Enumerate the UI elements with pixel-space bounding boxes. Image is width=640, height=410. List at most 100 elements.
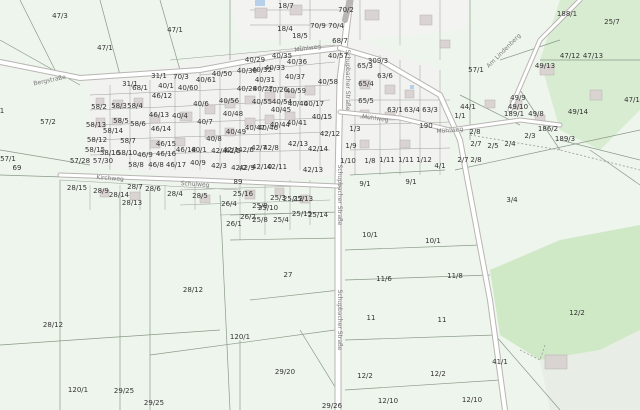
- parcel-label[interactable]: 10/1: [425, 237, 441, 245]
- parcel-label[interactable]: 47/12: [560, 52, 580, 60]
- parcel-label[interactable]: 186/2: [538, 125, 558, 133]
- parcel-label[interactable]: 44/1: [460, 103, 476, 111]
- parcel-label[interactable]: 65/5: [358, 97, 374, 105]
- parcel-label[interactable]: 57/2: [40, 118, 56, 126]
- parcel-label[interactable]: 1/11: [379, 156, 395, 164]
- parcel-label[interactable]: 10/1: [362, 231, 378, 239]
- parcel-label[interactable]: 40/46: [258, 124, 279, 132]
- parcel-label[interactable]: 25/10: [258, 204, 278, 212]
- parcel-label[interactable]: 57/30: [93, 157, 113, 165]
- parcel-label[interactable]: 40/58: [318, 78, 338, 86]
- parcel-label[interactable]: 1/12: [416, 156, 432, 164]
- parcel-label[interactable]: 46/14: [151, 125, 172, 133]
- parcel-label[interactable]: 27: [284, 271, 293, 279]
- parcel-label[interactable]: 40/45: [271, 106, 291, 114]
- parcel-label[interactable]: 46/12: [152, 92, 172, 100]
- parcel-label[interactable]: 47/3: [52, 12, 68, 20]
- parcel-label[interactable]: 2/8: [469, 128, 480, 136]
- parcel-label[interactable]: 40/56: [219, 97, 240, 105]
- parcel-label[interactable]: 25/14: [308, 211, 329, 219]
- parcel-label[interactable]: 58/5: [113, 117, 129, 125]
- parcel-label[interactable]: 63/1: [387, 106, 403, 114]
- parcel-label[interactable]: 63/4: [404, 106, 420, 114]
- parcel-label[interactable]: 40/48: [223, 110, 243, 118]
- parcel-label[interactable]: 42/11: [267, 163, 287, 171]
- parcel-label[interactable]: 40/9: [190, 159, 206, 167]
- parcel-label[interactable]: 47/1: [167, 26, 183, 34]
- parcel-label[interactable]: 28/6: [145, 185, 161, 193]
- parcel-label[interactable]: 189/3: [555, 135, 575, 143]
- parcel-label[interactable]: 49/9: [510, 94, 526, 102]
- parcel-label[interactable]: 120/1: [68, 386, 88, 394]
- parcel-label[interactable]: 40/7: [197, 118, 213, 126]
- parcel-label[interactable]: 42/3: [211, 162, 227, 170]
- parcel-label[interactable]: 46/16: [156, 150, 177, 158]
- parcel-label[interactable]: 42/14: [308, 145, 329, 153]
- parcel-label[interactable]: 9/1: [359, 180, 370, 188]
- parcel-label[interactable]: 70/9: [310, 22, 326, 30]
- parcel-label[interactable]: 18/5: [292, 32, 308, 40]
- parcel-label[interactable]: 40/4: [172, 112, 188, 120]
- parcel-label[interactable]: 49/14: [568, 108, 589, 116]
- parcel-label[interactable]: 28/9: [93, 187, 109, 195]
- parcel-label[interactable]: 58/7: [120, 137, 136, 145]
- parcel-label[interactable]: 68/1: [132, 84, 148, 92]
- parcel-label[interactable]: 2/7: [457, 156, 468, 164]
- parcel-label[interactable]: 58/6: [130, 120, 146, 128]
- parcel-label[interactable]: 46/9: [137, 151, 153, 159]
- parcel-label[interactable]: 12/2: [430, 370, 446, 378]
- parcel-label[interactable]: 28/15: [67, 184, 87, 192]
- parcel-label[interactable]: 28/7: [127, 183, 143, 191]
- parcel-label[interactable]: 25/4: [273, 216, 289, 224]
- parcel-label[interactable]: 1/8: [364, 157, 375, 165]
- parcel-label[interactable]: 12/2: [569, 309, 585, 317]
- parcel-label[interactable]: 18/7: [278, 2, 294, 10]
- parcel-label[interactable]: 2/3: [524, 132, 535, 140]
- parcel-label[interactable]: 40/29: [245, 56, 265, 64]
- parcel-label[interactable]: 40/59: [286, 87, 306, 95]
- parcel-label[interactable]: 63/6: [377, 72, 393, 80]
- parcel-label[interactable]: 47/13: [583, 52, 603, 60]
- parcel-label[interactable]: 25/13: [293, 195, 313, 203]
- cadastral-map[interactable]: Bergstraße Mühlweg Mühlweg Mühlweg Schulweg S…: [0, 0, 640, 410]
- parcel-label[interactable]: 12/10: [378, 397, 398, 405]
- parcel-label[interactable]: 46/18: [176, 146, 196, 154]
- parcel-label[interactable]: 65/3: [357, 62, 373, 70]
- parcel-label[interactable]: 58/3: [111, 102, 127, 110]
- parcel-label[interactable]: 29/25: [144, 399, 164, 407]
- parcel-label[interactable]: 9/1: [405, 178, 416, 186]
- parcel-label[interactable]: 28/13: [122, 199, 142, 207]
- parcel-label[interactable]: 40/61: [196, 76, 216, 84]
- parcel-label[interactable]: 28/14: [109, 191, 130, 199]
- parcel-label[interactable]: 58/14: [103, 127, 124, 135]
- parcel-label[interactable]: 49/8: [528, 110, 544, 118]
- parcel-label[interactable]: 58/4: [127, 102, 143, 110]
- parcel-label[interactable]: 46/8: [148, 161, 164, 169]
- parcel-label[interactable]: 29/25: [114, 387, 134, 395]
- parcel-label[interactable]: 58/2: [91, 103, 107, 111]
- parcel-label[interactable]: 26/4: [221, 200, 237, 208]
- parcel-label[interactable]: 40/55: [252, 98, 272, 106]
- parcel-label[interactable]: 40/49: [226, 128, 246, 136]
- parcel-label[interactable]: 18/4: [277, 25, 293, 33]
- parcel-label[interactable]: 42/2: [231, 164, 247, 172]
- parcel-label[interactable]: 42/8: [263, 144, 279, 152]
- parcel-label[interactable]: 2/7: [470, 140, 481, 148]
- parcel-label[interactable]: 3/4: [506, 196, 518, 204]
- parcel-label[interactable]: 2/8: [470, 156, 481, 164]
- parcel-label[interactable]: 40/35: [272, 52, 292, 60]
- parcel-label[interactable]: 29/20: [275, 368, 295, 376]
- parcel-label[interactable]: 189/1: [504, 110, 524, 118]
- parcel-label[interactable]: 25/7: [604, 18, 620, 26]
- parcel-label[interactable]: 11/6: [376, 275, 392, 283]
- parcel-label[interactable]: 40/15: [312, 113, 332, 121]
- parcel-label[interactable]: 1/1: [454, 112, 465, 120]
- parcel-label[interactable]: 70/4: [328, 22, 344, 30]
- parcel-label[interactable]: 28/5: [192, 192, 208, 200]
- parcel-label[interactable]: 47/1: [624, 96, 640, 104]
- parcel-label[interactable]: 29/26: [322, 402, 343, 410]
- parcel-label[interactable]: 70/2: [338, 6, 354, 14]
- parcel-label[interactable]: 65/4: [358, 80, 374, 88]
- parcel-label[interactable]: 89: [234, 178, 243, 186]
- parcel-label[interactable]: 40/1: [158, 82, 174, 90]
